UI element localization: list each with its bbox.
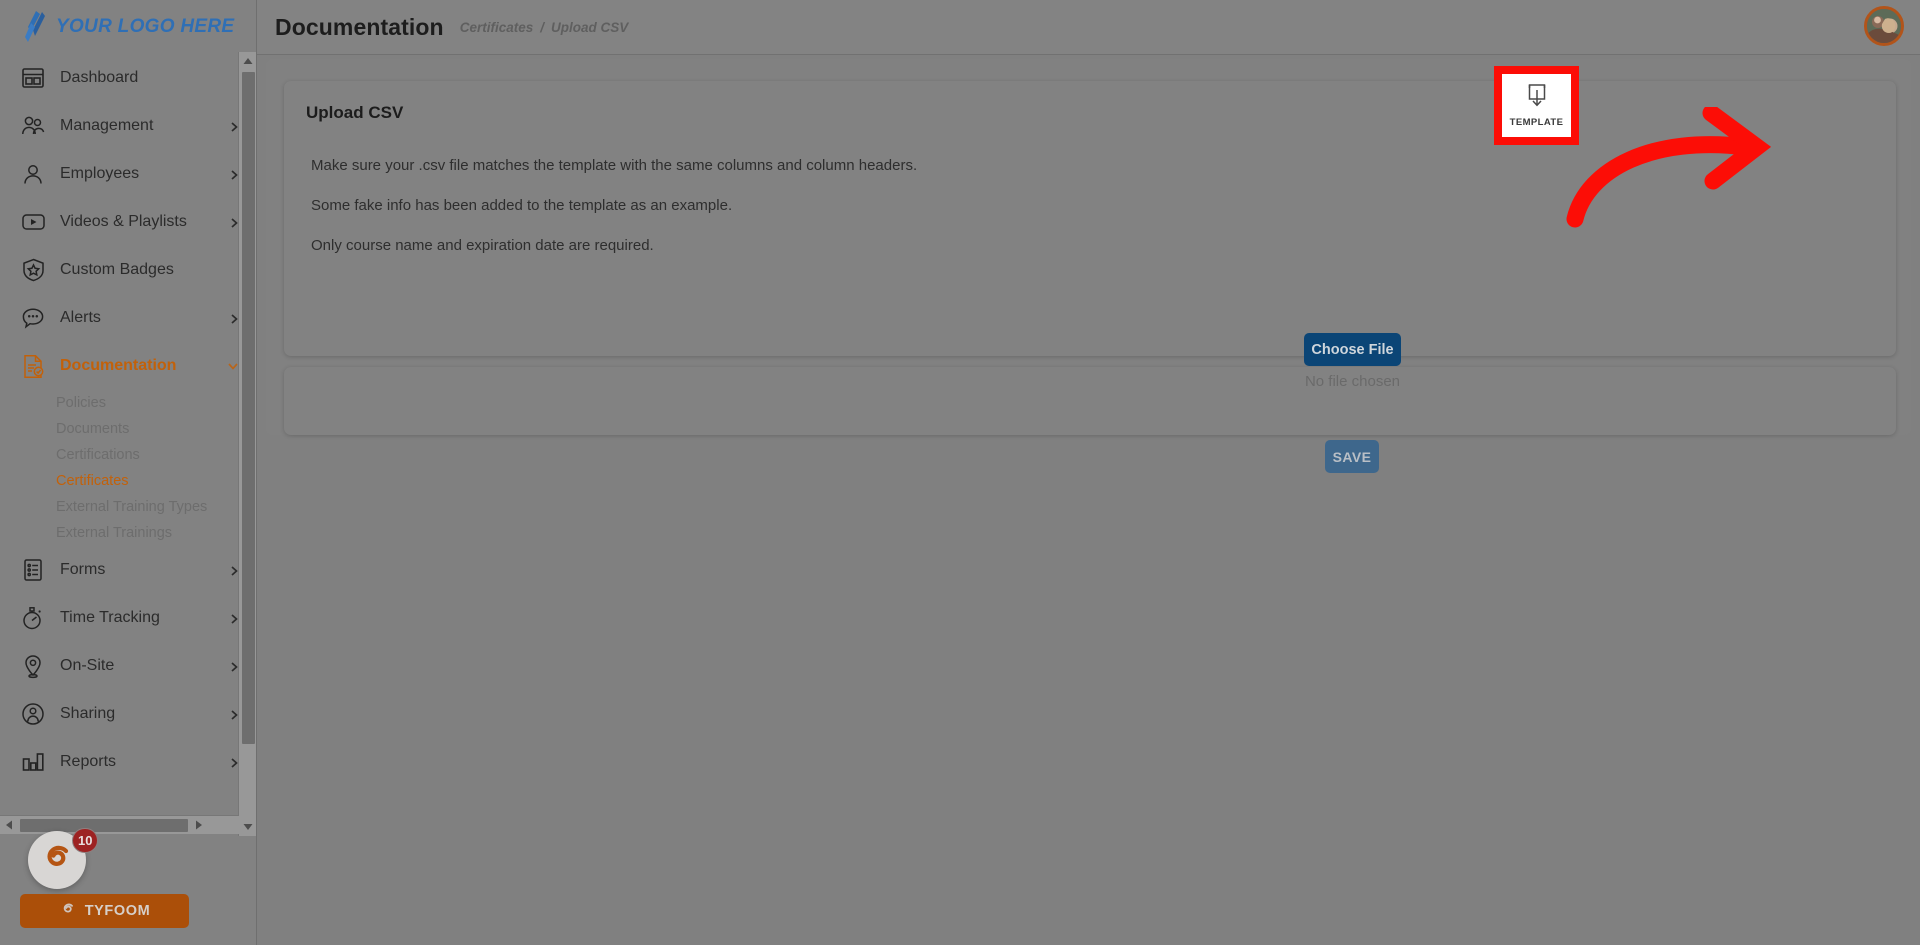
upload-csv-card: Upload CSV Make sure your .csv file matc… (284, 81, 1896, 356)
sidebar-subitem-label: Documents (56, 421, 130, 437)
sidebar-item-sharing[interactable]: Sharing (0, 690, 256, 738)
sidebar-subitem-label: External Trainings (56, 525, 173, 541)
sidebar-subitem-documents[interactable]: Documents (0, 416, 256, 442)
scroll-up-arrow-icon[interactable] (239, 52, 256, 70)
chat-alert-icon (20, 305, 46, 331)
slash-logo-icon (22, 10, 48, 44)
sidebar-subitem-certifications[interactable]: Certifications (0, 442, 256, 468)
sidebar-item-label: Dashboard (60, 69, 139, 86)
sidebar-vertical-scrollbar[interactable] (238, 52, 256, 836)
main-content: Upload CSV Make sure your .csv file matc… (257, 54, 1920, 945)
scroll-down-arrow-icon[interactable] (239, 818, 256, 836)
sidebar-item-label: Custom Badges (60, 261, 174, 278)
sidebar-item-documentation[interactable]: Documentation (0, 342, 256, 390)
scroll-left-arrow-icon[interactable] (0, 820, 18, 830)
sidebar-item-label: Documentation (60, 357, 177, 374)
breadcrumb-separator: / (540, 19, 545, 35)
sidebar-item-label: Videos & Playlists (60, 213, 187, 230)
logo-text: YOUR LOGO HERE (56, 16, 235, 37)
sidebar-subitem-policies[interactable]: Policies (0, 390, 256, 416)
file-chosen-status: No file chosen (1304, 373, 1401, 390)
shield-star-icon (20, 257, 46, 283)
scrollbar-thumb[interactable] (20, 818, 188, 832)
user-avatar-photo (1867, 9, 1901, 43)
content-panel: Upload CSV Make sure your .csv file matc… (266, 59, 1911, 473)
dashboard-icon (20, 65, 46, 91)
sidebar-item-dashboard[interactable]: Dashboard (0, 54, 256, 102)
breadcrumb-item-upload-csv: Upload CSV (551, 19, 629, 35)
sidebar-item-videos-playlists[interactable]: Videos & Playlists (0, 198, 256, 246)
chat-unread-badge: 10 (72, 828, 99, 853)
sidebar-item-time-tracking[interactable]: Time Tracking (0, 594, 256, 642)
instruction-line-2: Some fake info has been added to the tem… (311, 197, 733, 214)
sidebar-item-on-site[interactable]: On-Site (0, 642, 256, 690)
map-pin-icon (20, 653, 46, 679)
sidebar-item-custom-badges[interactable]: Custom Badges (0, 246, 256, 294)
sidebar-item-label: Alerts (60, 309, 101, 326)
bar-chart-icon (20, 749, 46, 775)
scroll-right-arrow-icon[interactable] (190, 820, 208, 830)
sidebar-nav: Dashboard Management Employees Videos & … (0, 54, 256, 786)
save-button[interactable]: SAVE (1325, 440, 1379, 473)
sidebar-subitem-label: Certificates (56, 473, 129, 489)
avatar[interactable] (1864, 6, 1904, 46)
sidebar-horizontal-scrollbar[interactable] (0, 815, 239, 834)
sidebar-item-label: Time Tracking (60, 609, 160, 626)
sidebar-item-label: Reports (60, 753, 117, 770)
sidebar-subitem-label: Certifications (56, 447, 140, 463)
download-to-box-icon (1526, 83, 1548, 112)
sidebar-item-label: Sharing (60, 705, 116, 722)
users-group-icon (20, 113, 46, 139)
video-play-icon (20, 209, 46, 235)
sidebar-subitem-external-training-types[interactable]: External Training Types (0, 494, 256, 520)
user-icon (20, 161, 46, 187)
sidebar-subitem-label: Policies (56, 395, 106, 411)
breadcrumb: Certificates / Upload CSV (460, 20, 629, 35)
sidebar-item-alerts[interactable]: Alerts (0, 294, 256, 342)
tyfoom-brand-button[interactable]: TYFOOM (20, 894, 189, 928)
template-download-button[interactable]: TEMPLATE (1502, 74, 1571, 137)
share-user-icon (20, 701, 46, 727)
instruction-line-3: Only course name and expiration date are… (311, 237, 654, 254)
sidebar-item-label: Management (60, 117, 154, 134)
card-title: Upload CSV (306, 103, 404, 122)
breadcrumb-item-certificates[interactable]: Certificates (460, 20, 534, 35)
tyfoom-swirl-icon (37, 838, 77, 883)
sidebar-subitem-label: External Training Types (56, 499, 208, 515)
app-logo[interactable]: YOUR LOGO HERE (0, 0, 256, 54)
application-window: YOUR LOGO HERE Dashboard Management Empl… (0, 0, 1920, 945)
template-button-label: TEMPLATE (1509, 117, 1564, 128)
sidebar-item-label: On-Site (60, 657, 115, 674)
tyfoom-brand-label: TYFOOM (84, 903, 151, 919)
top-header: Documentation Certificates / Upload CSV (257, 0, 1920, 54)
tyfoom-swirl-icon (59, 900, 77, 923)
form-list-icon (20, 557, 46, 583)
sidebar-item-management[interactable]: Management (0, 102, 256, 150)
sidebar-item-label: Forms (60, 561, 106, 578)
sidebar-item-reports[interactable]: Reports (0, 738, 256, 786)
sidebar-item-forms[interactable]: Forms (0, 546, 256, 594)
save-card (284, 367, 1896, 435)
scrollbar-thumb[interactable] (242, 72, 255, 744)
sidebar-subitem-external-trainings[interactable]: External Trainings (0, 520, 256, 546)
instruction-line-1: Make sure your .csv file matches the tem… (311, 157, 918, 174)
document-check-icon (20, 353, 46, 379)
sidebar-item-label: Employees (60, 165, 140, 182)
sidebar-item-employees[interactable]: Employees (0, 150, 256, 198)
stopwatch-icon (20, 605, 46, 631)
page-title: Documentation (275, 13, 444, 40)
sidebar-subitem-certificates[interactable]: Certificates (0, 468, 256, 494)
sidebar: YOUR LOGO HERE Dashboard Management Empl… (0, 0, 257, 945)
choose-file-button[interactable]: Choose File (1304, 333, 1401, 366)
